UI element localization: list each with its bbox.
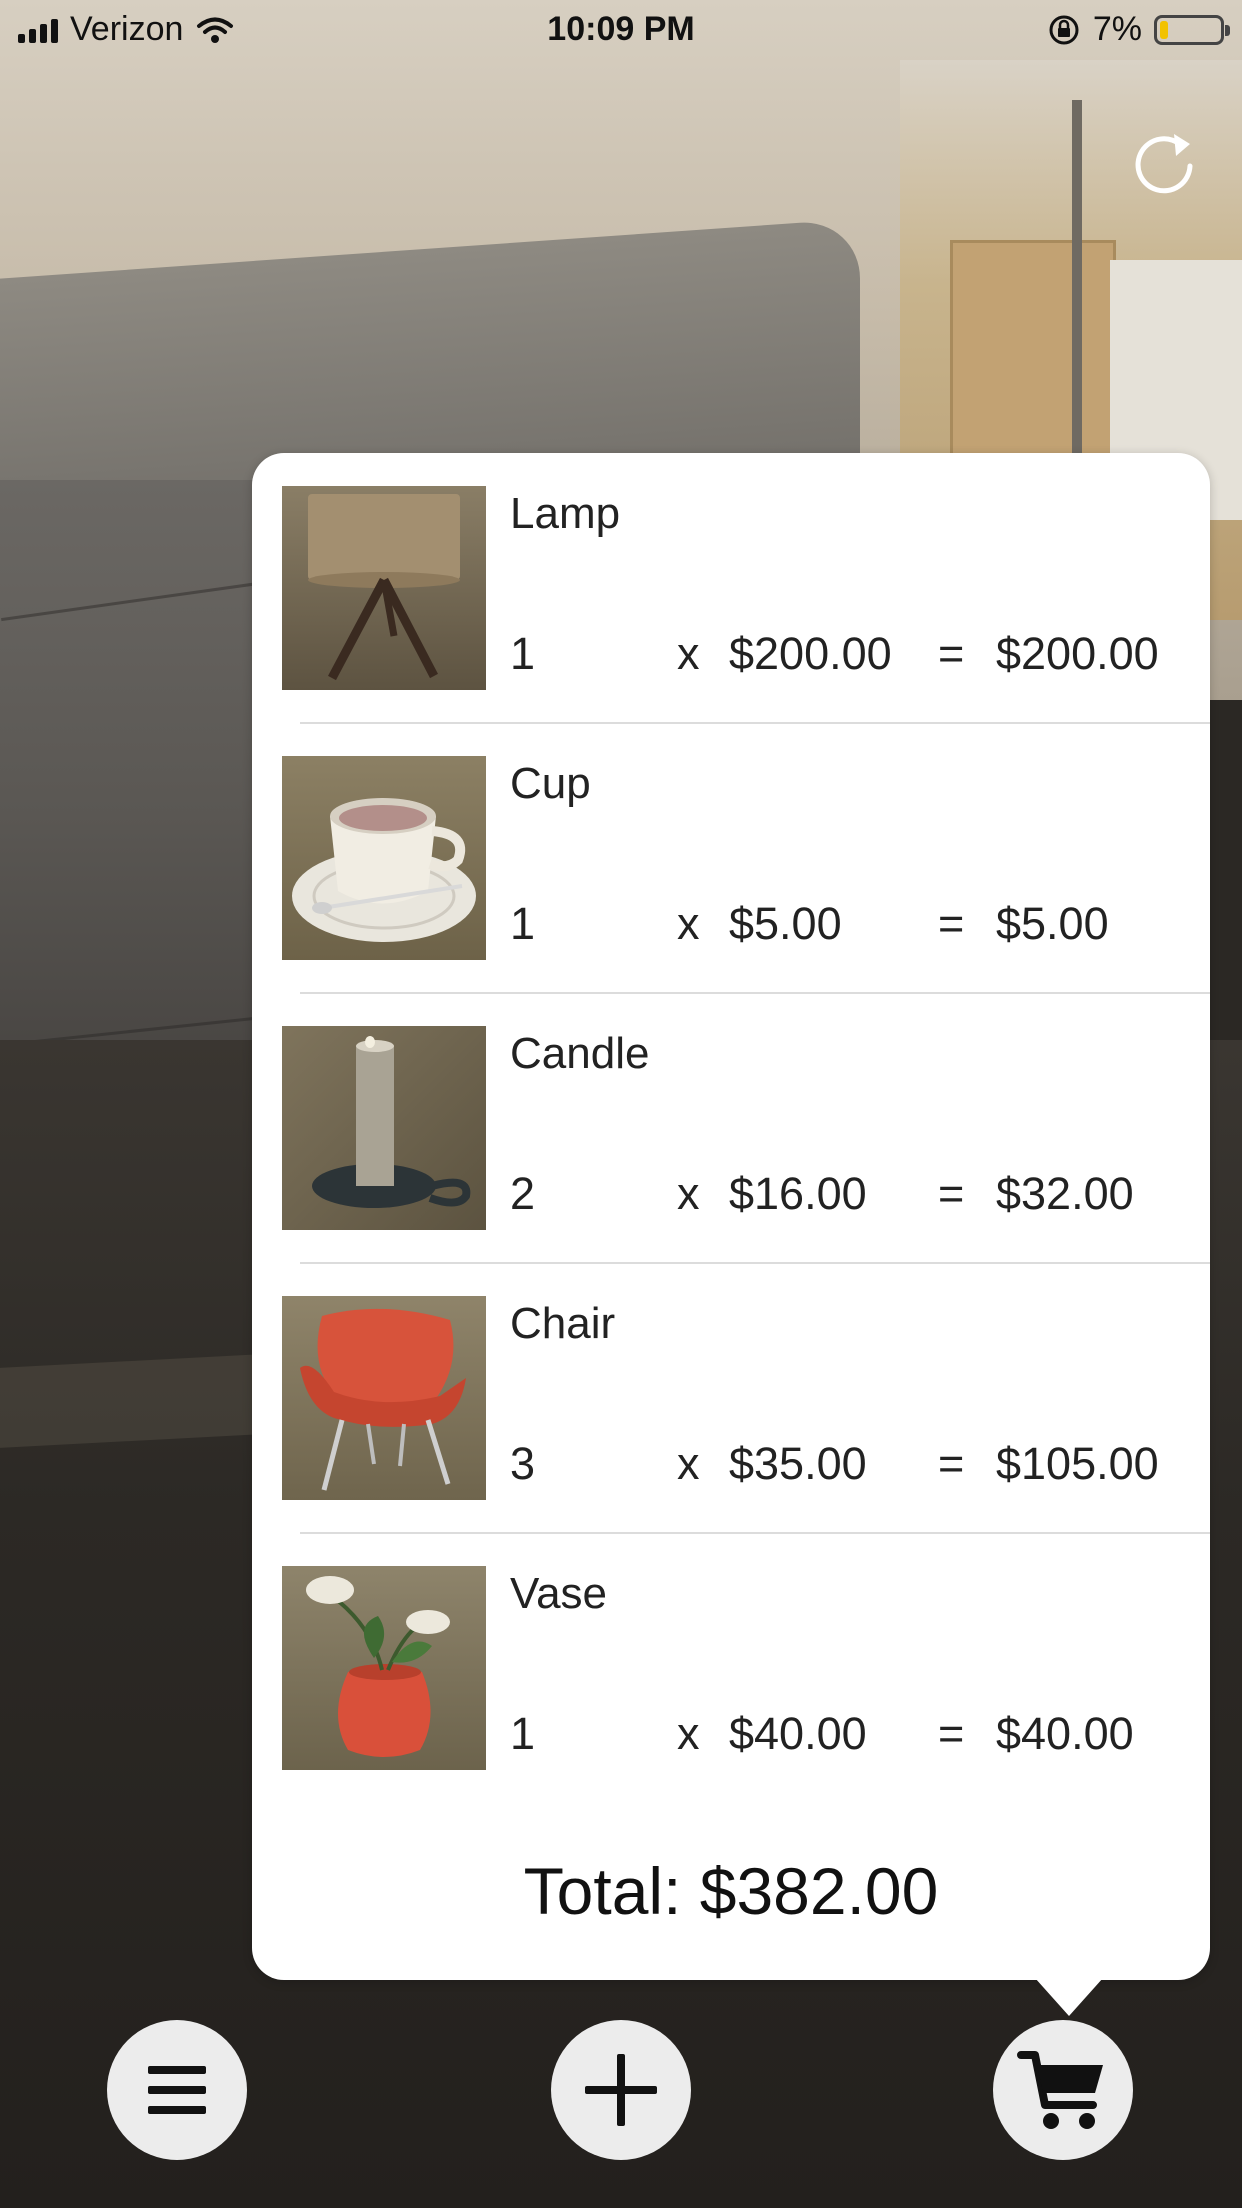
menu-button[interactable] bbox=[107, 2020, 247, 2160]
item-unit-price: $40.00 bbox=[729, 1708, 867, 1759]
cart-button[interactable] bbox=[993, 2020, 1133, 2160]
lamp-thumbnail bbox=[282, 486, 486, 690]
battery-icon bbox=[1154, 14, 1230, 45]
item-quantity: 1 bbox=[510, 628, 536, 679]
equals-sign: = bbox=[938, 1168, 965, 1219]
equals-sign: = bbox=[938, 628, 965, 679]
item-quantity: 1 bbox=[510, 898, 536, 949]
cart-icon bbox=[1017, 2051, 1103, 2129]
item-name: Cup bbox=[510, 759, 591, 808]
status-bar: Verizon 10:09 PM 7% bbox=[0, 0, 1242, 60]
cart-item[interactable]: Cup 1 x $5.00 = $5.00 bbox=[252, 723, 1210, 993]
item-unit-price: $200.00 bbox=[729, 628, 892, 679]
item-line-total: $200.00 bbox=[996, 628, 1159, 679]
multiply-sign: x bbox=[677, 1708, 700, 1759]
item-line-total: $5.00 bbox=[996, 898, 1109, 949]
battery-level bbox=[1160, 20, 1168, 39]
multiply-sign: x bbox=[677, 1438, 700, 1489]
kitchen-cabinet bbox=[950, 240, 1116, 466]
status-right: 7% bbox=[1047, 10, 1230, 49]
refresh-icon[interactable] bbox=[1130, 128, 1200, 198]
item-line-total: $32.00 bbox=[996, 1168, 1134, 1219]
cart-popover: Lamp 1 x $200.00 = $200.00 Cup 1 x $5.00… bbox=[252, 453, 1210, 1980]
cart-item[interactable]: Chair 3 x $35.00 = $105.00 bbox=[252, 1263, 1210, 1533]
equals-sign: = bbox=[938, 898, 965, 949]
item-line-total: $40.00 bbox=[996, 1708, 1134, 1759]
equals-sign: = bbox=[938, 1438, 965, 1489]
equals-sign: = bbox=[938, 1708, 965, 1759]
item-name: Lamp bbox=[510, 489, 621, 538]
item-unit-price: $16.00 bbox=[729, 1168, 867, 1219]
cart-item[interactable]: Lamp 1 x $200.00 = $200.00 bbox=[252, 453, 1210, 723]
candle-thumbnail bbox=[282, 1026, 486, 1230]
multiply-sign: x bbox=[677, 1168, 700, 1219]
battery-percent: 7% bbox=[1092, 10, 1142, 48]
multiply-sign: x bbox=[677, 628, 700, 679]
cart-total: Total: $382.00 bbox=[523, 1854, 939, 1928]
vase-thumbnail bbox=[282, 1566, 486, 1770]
chair-thumbnail bbox=[282, 1296, 486, 1500]
hamburger-icon bbox=[148, 2066, 206, 2114]
item-quantity: 1 bbox=[510, 1708, 536, 1759]
cup-thumbnail bbox=[282, 756, 486, 960]
item-line-total: $105.00 bbox=[996, 1438, 1159, 1489]
item-name: Chair bbox=[510, 1299, 616, 1348]
item-unit-price: $5.00 bbox=[729, 898, 842, 949]
popover-pointer bbox=[1035, 1978, 1103, 2016]
add-button[interactable] bbox=[551, 2020, 691, 2160]
item-unit-price: $35.00 bbox=[729, 1438, 867, 1489]
item-name: Candle bbox=[510, 1029, 650, 1078]
cart-item[interactable]: Candle 2 x $16.00 = $32.00 bbox=[252, 993, 1210, 1263]
item-name: Vase bbox=[510, 1569, 608, 1618]
cart-item[interactable]: Vase 1 x $40.00 = $40.00 bbox=[252, 1533, 1210, 1803]
multiply-sign: x bbox=[677, 898, 700, 949]
plus-icon bbox=[585, 2054, 657, 2126]
orientation-lock-icon bbox=[1049, 15, 1079, 44]
item-quantity: 3 bbox=[510, 1438, 536, 1489]
item-quantity: 2 bbox=[510, 1168, 536, 1219]
